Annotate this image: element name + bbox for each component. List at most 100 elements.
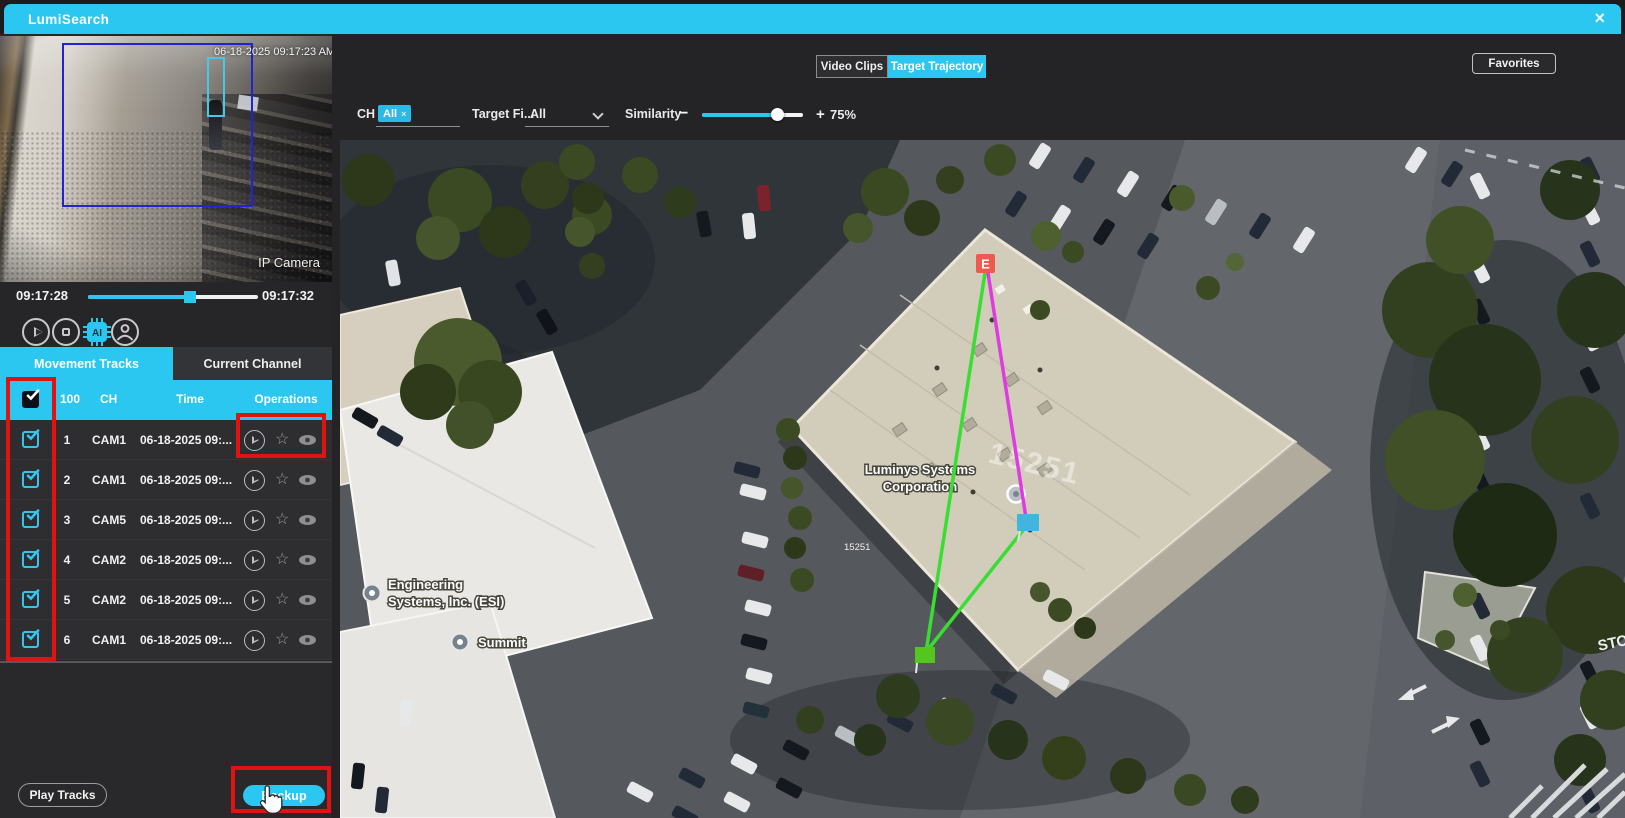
play-track-icon[interactable] (244, 590, 265, 611)
timeline-start-time: 09:17:28 (16, 288, 68, 303)
right-panel: Video Clips Target Trajectory Favorites … (332, 34, 1625, 818)
annotation-box-checkboxes (6, 377, 56, 661)
row-channel: CAM1 (92, 433, 126, 447)
mouse-cursor (258, 784, 284, 814)
tab-current-channel[interactable]: Current Channel (173, 347, 332, 380)
header-time: Time (150, 392, 230, 406)
similarity-slider-fill (702, 113, 777, 117)
row-operations: ☆ (240, 549, 326, 571)
target-filter-label: Target Fi... (472, 107, 534, 121)
play-track-icon[interactable] (244, 630, 265, 651)
stop-icon (62, 328, 70, 336)
playback-timeline: 09:17:28 09:17:32 (0, 282, 332, 312)
luminys-label-line2: Corporation (883, 479, 957, 494)
play-icon (34, 327, 43, 337)
svg-text:AI: AI (92, 328, 102, 339)
row-time: 06-18-2025 09:... (140, 593, 232, 607)
ch-input-underline[interactable] (376, 126, 460, 127)
esi-label-line2: Systems, Inc. (ESI) (388, 594, 504, 609)
row-time: 06-18-2025 09:... (140, 473, 232, 487)
row-index: 5 (58, 593, 76, 607)
row-time: 06-18-2025 09:... (140, 553, 232, 567)
similarity-slider-handle[interactable] (771, 108, 784, 121)
row-operations: ☆ (240, 589, 326, 611)
row-channel: CAM2 (92, 553, 126, 567)
annotation-box-operations (236, 413, 326, 458)
camera-preview[interactable]: 06-18-2025 09:17:23 AM IP Camera (0, 36, 332, 282)
similarity-value: 75% (830, 107, 856, 122)
view-eye-icon[interactable] (298, 594, 317, 606)
favorite-star-icon[interactable]: ☆ (275, 510, 289, 530)
window-title: LumiSearch (28, 12, 109, 27)
start-marker-flag (915, 647, 935, 663)
favorite-star-icon[interactable]: ☆ (275, 470, 289, 490)
result-count: 100 (60, 392, 80, 406)
view-eye-icon[interactable] (298, 634, 317, 646)
view-eye-icon[interactable] (298, 474, 317, 486)
favorite-star-icon[interactable]: ☆ (275, 550, 289, 570)
row-operations: ☆ (240, 509, 326, 531)
trajectory-map[interactable]: STOP 15251 15251 Luminys Systems Corpora… (340, 140, 1625, 818)
summit-label: Summit (478, 635, 526, 650)
tab-movement-tracks[interactable]: Movement Tracks (0, 347, 173, 380)
similarity-label: Similarity (625, 107, 681, 121)
row-time: 06-18-2025 09:... (140, 633, 232, 647)
preview-timestamp: 06-18-2025 09:17:23 AM (214, 46, 332, 58)
similarity-slider[interactable] (702, 113, 803, 117)
ai-chip-icon: AI (82, 317, 112, 347)
row-index: 6 (58, 633, 76, 647)
row-channel: CAM1 (92, 633, 126, 647)
person-search-icon (113, 320, 137, 344)
person-search-button[interactable] (111, 318, 139, 346)
row-index: 3 (58, 513, 76, 527)
remove-tag-icon[interactable]: × (401, 109, 406, 119)
header-operations: Operations (243, 392, 329, 406)
app-window: LumiSearch × 06-18-2025 09:17:23 AM IP C… (0, 0, 1625, 818)
play-track-icon[interactable] (244, 510, 265, 531)
target-filter-value[interactable]: All (530, 107, 546, 121)
row-operations: ☆ (240, 629, 326, 651)
favorites-button[interactable]: Favorites (1472, 53, 1556, 74)
play-track-icon[interactable] (244, 550, 265, 571)
end-marker-letter: E (981, 257, 990, 272)
address-number: 15251 (844, 542, 870, 553)
esi-label-line1: Engineering (388, 577, 463, 592)
view-eye-icon[interactable] (298, 514, 317, 526)
row-time: 06-18-2025 09:... (140, 513, 232, 527)
person-detection-box (207, 57, 225, 117)
target-select-underline[interactable] (525, 126, 609, 127)
row-index: 2 (58, 473, 76, 487)
ch-filter-value: All (383, 108, 397, 120)
similarity-minus-button[interactable]: − (679, 105, 688, 123)
row-channel: CAM1 (92, 473, 126, 487)
similarity-plus-button[interactable]: + (816, 106, 825, 123)
ch-filter-tag[interactable]: All × (378, 105, 411, 122)
play-button[interactable] (22, 318, 50, 346)
play-tracks-button[interactable]: Play Tracks (18, 783, 107, 807)
camera-name-label: IP Camera (258, 255, 320, 270)
favorite-star-icon[interactable]: ☆ (275, 590, 289, 610)
title-bar: LumiSearch × (4, 4, 1621, 34)
row-channel: CAM2 (92, 593, 126, 607)
filter-bar: CH All × Target Fi... All Similarity − +… (332, 100, 1332, 130)
tab-video-clips[interactable]: Video Clips (816, 55, 888, 78)
favorite-star-icon[interactable]: ☆ (275, 630, 289, 650)
playback-controls: AI (0, 316, 332, 350)
row-index: 1 (58, 433, 76, 447)
ai-analysis-button[interactable]: AI (82, 317, 112, 347)
stop-button[interactable] (52, 318, 80, 346)
timeline-handle[interactable] (184, 291, 196, 303)
view-eye-icon[interactable] (298, 554, 317, 566)
luminys-label-line1: Luminys Systems (865, 462, 976, 477)
timeline-progress (88, 295, 190, 299)
header-ch: CH (100, 392, 117, 406)
close-icon[interactable]: × (1594, 8, 1605, 29)
play-track-icon[interactable] (244, 470, 265, 491)
timeline-end-time: 09:17:32 (262, 288, 314, 303)
ch-filter-label: CH (357, 107, 375, 121)
row-index: 4 (58, 553, 76, 567)
chevron-down-icon[interactable] (592, 108, 603, 119)
mid-marker-flag (1017, 514, 1039, 531)
timeline-track[interactable] (88, 295, 258, 299)
tab-target-trajectory[interactable]: Target Trajectory (888, 55, 986, 78)
